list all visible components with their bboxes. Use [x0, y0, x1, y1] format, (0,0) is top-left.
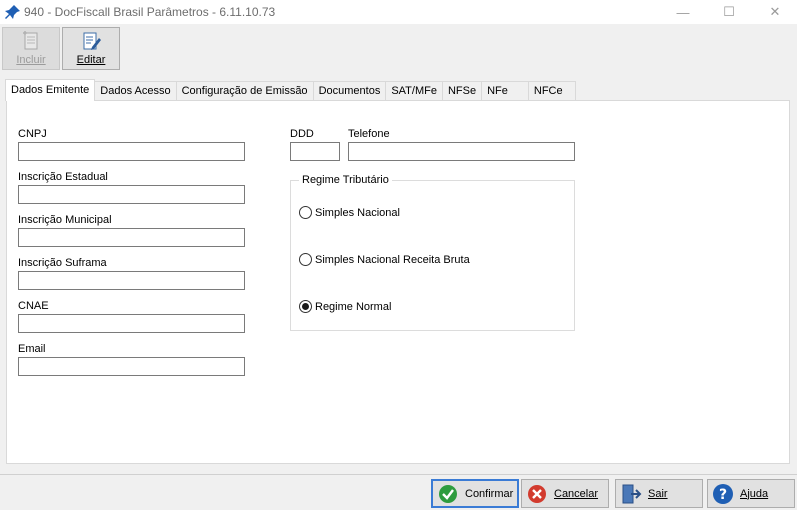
- exit-door-icon: [620, 483, 642, 505]
- email-field[interactable]: [18, 357, 245, 376]
- radio-regime-normal[interactable]: Regime Normal: [299, 300, 391, 313]
- incluir-button[interactable]: Incluir: [2, 27, 60, 70]
- ajuda-button[interactable]: ? Ajuda: [707, 479, 795, 508]
- inscricao-estadual-field[interactable]: [18, 185, 245, 204]
- regime-tributario-group: Regime Tributário Simples Nacional Simpl…: [290, 174, 575, 331]
- telefone-label: Telefone: [348, 128, 390, 140]
- edit-document-icon: [83, 32, 101, 50]
- window-title: 940 - DocFiscall Brasil Parâmetros - 6.1…: [24, 5, 276, 19]
- svg-text:?: ?: [719, 487, 727, 503]
- tab-documentos[interactable]: Documentos: [312, 81, 387, 101]
- inscricao-municipal-label: Inscrição Municipal: [18, 214, 112, 226]
- regime-tributario-legend: Regime Tributário: [299, 174, 392, 186]
- radio-button[interactable]: [299, 253, 312, 266]
- title-bar: 940 - DocFiscall Brasil Parâmetros - 6.1…: [0, 0, 797, 24]
- radio-simples-nacional-receita-bruta[interactable]: Simples Nacional Receita Bruta: [299, 253, 470, 266]
- radio-button-checked[interactable]: [299, 300, 312, 313]
- editar-label: Editar: [76, 54, 106, 66]
- tab-nfce[interactable]: NFCe: [527, 81, 576, 101]
- toolbar: Incluir Editar: [0, 24, 797, 72]
- tab-nfe[interactable]: NFe: [481, 81, 529, 101]
- sair-button[interactable]: Sair: [615, 479, 703, 508]
- cancelar-button[interactable]: Cancelar: [521, 479, 609, 508]
- tab-nfse[interactable]: NFSe: [441, 81, 483, 101]
- radio-button[interactable]: [299, 206, 312, 219]
- cancel-icon: [526, 483, 548, 505]
- inscricao-suframa-label: Inscrição Suframa: [18, 257, 107, 269]
- tab-dados-emitente[interactable]: Dados Emitente: [5, 79, 96, 101]
- bottom-button-bar: Confirmar Cancelar Sair ? Ajuda: [0, 474, 797, 510]
- confirmar-button[interactable]: Confirmar: [431, 479, 519, 508]
- inscricao-municipal-field[interactable]: [18, 228, 245, 247]
- close-icon: ✕: [769, 4, 781, 19]
- check-icon: [437, 483, 459, 505]
- editar-button[interactable]: Editar: [62, 27, 120, 70]
- ajuda-label: Ajuda: [740, 487, 769, 500]
- email-label: Email: [18, 343, 46, 355]
- radio-simples-nacional[interactable]: Simples Nacional: [299, 206, 400, 219]
- ddd-label: DDD: [290, 128, 314, 140]
- confirmar-label: Confirmar: [465, 487, 514, 500]
- tab-strip: Dados Emitente Dados Acesso Configuração…: [5, 79, 576, 101]
- inscricao-estadual-label: Inscrição Estadual: [18, 171, 108, 183]
- cnae-field[interactable]: [18, 314, 245, 333]
- radio-label: Simples Nacional Receita Bruta: [315, 253, 470, 266]
- pin-icon: [5, 5, 20, 19]
- cancelar-label: Cancelar: [554, 487, 599, 500]
- cnpj-label: CNPJ: [18, 128, 47, 140]
- ddd-field[interactable]: [290, 142, 340, 161]
- close-button[interactable]: ✕: [752, 0, 797, 24]
- tab-sat-mfe[interactable]: SAT/MFe: [385, 81, 443, 101]
- new-document-icon: [23, 31, 38, 50]
- inscricao-suframa-field[interactable]: [18, 271, 245, 290]
- maximize-icon: ☐: [723, 4, 735, 19]
- radio-label: Regime Normal: [315, 300, 392, 313]
- radio-label: Simples Nacional: [315, 206, 400, 219]
- minimize-button[interactable]: —: [660, 0, 706, 24]
- maximize-button[interactable]: ☐: [706, 0, 752, 24]
- cnae-label: CNAE: [18, 300, 49, 312]
- minimize-icon: —: [676, 4, 690, 20]
- incluir-label: Incluir: [16, 54, 46, 66]
- tab-configuracao-emissao[interactable]: Configuração de Emissão: [175, 81, 314, 101]
- tab-dados-acesso[interactable]: Dados Acesso: [94, 81, 177, 101]
- sair-label: Sair: [648, 487, 668, 500]
- help-icon: ?: [712, 483, 734, 505]
- telefone-field[interactable]: [348, 142, 575, 161]
- cnpj-field[interactable]: [18, 142, 245, 161]
